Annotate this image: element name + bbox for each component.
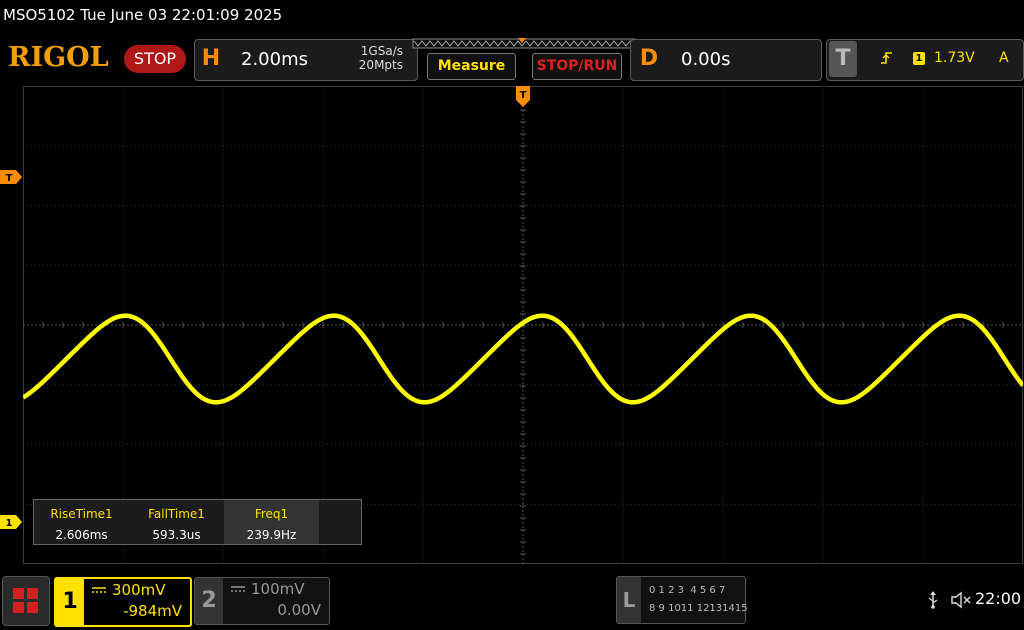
measurement-label: Freq1 bbox=[254, 507, 289, 521]
ch1-offset: -984mV bbox=[123, 602, 182, 620]
trigger-time-marker[interactable]: T bbox=[516, 86, 530, 108]
system-clock: 22:00 bbox=[975, 589, 1022, 608]
menu-button[interactable] bbox=[2, 576, 50, 626]
rigol-logo: RIGOL bbox=[8, 42, 109, 73]
ch2-panel[interactable]: 2 100mV 0.00V bbox=[194, 577, 330, 625]
logic-panel[interactable]: L 0 1 2 3 4 5 6 7 8 9 1011 12131415 bbox=[616, 576, 748, 624]
usb-icon bbox=[928, 591, 938, 609]
coupling-dc-icon bbox=[231, 586, 245, 592]
trigger-time-marker-label: T bbox=[520, 90, 527, 101]
measurement-label: FallTime1 bbox=[148, 507, 205, 521]
ch1-ground-marker-label: 1 bbox=[6, 518, 13, 529]
timebase-value: 2.00ms bbox=[241, 49, 308, 70]
title-bar: MSO5102 Tue June 03 22:01:09 2025 bbox=[0, 0, 1024, 32]
ch1-scale: 300mV bbox=[112, 581, 166, 599]
trigger-mode: A bbox=[999, 50, 1009, 66]
logic-channels-high: 8 9 1011 12131415 bbox=[649, 603, 748, 614]
measurement-panel[interactable]: RiseTime1 2.606ms FallTime1 593.3us Freq… bbox=[33, 499, 362, 545]
trigger-edge-icon bbox=[881, 52, 892, 64]
delay-value: 0.00s bbox=[681, 49, 731, 70]
measurement-value: 239.9Hz bbox=[246, 528, 297, 542]
ch2-scale: 100mV bbox=[251, 580, 305, 598]
logic-letter: L bbox=[617, 577, 641, 623]
trigger-letter: T bbox=[829, 41, 857, 77]
trigger-level: 1.73V bbox=[934, 50, 975, 66]
measurement-item: FallTime1 593.3us bbox=[129, 500, 224, 544]
measurement-item: Freq1 239.9Hz bbox=[224, 500, 319, 544]
trigger-level-marker[interactable]: T bbox=[0, 170, 22, 184]
mute-speaker-icon[interactable] bbox=[950, 590, 972, 610]
measure-button[interactable]: Measure bbox=[427, 53, 516, 80]
sample-rate: 1GSa/s bbox=[360, 44, 403, 58]
measurement-value: 2.606ms bbox=[55, 528, 108, 542]
coupling-dc-icon bbox=[92, 587, 106, 593]
measurement-label: RiseTime1 bbox=[50, 507, 113, 521]
trigger-panel[interactable]: T 1 1.73V A bbox=[826, 39, 1024, 81]
memory-overview-strip bbox=[412, 38, 636, 49]
ch2-offset: 0.00V bbox=[277, 601, 321, 619]
horizontal-panel[interactable]: H 2.00ms 1GSa/s 20Mpts bbox=[194, 39, 418, 81]
delay-panel[interactable]: D 0.00s bbox=[630, 39, 822, 81]
measurement-item: RiseTime1 2.606ms bbox=[34, 500, 129, 544]
stop-run-button[interactable]: STOP/RUN bbox=[532, 53, 622, 80]
ch2-number: 2 bbox=[195, 578, 223, 624]
delay-letter: D bbox=[639, 46, 659, 71]
run-state-badge[interactable]: STOP bbox=[124, 45, 186, 73]
ch1-number: 1 bbox=[56, 579, 84, 625]
waveform-display[interactable] bbox=[23, 86, 1023, 564]
memory-depth: 20Mpts bbox=[358, 58, 403, 72]
grid-menu-icon bbox=[13, 588, 38, 613]
device-datetime: MSO5102 Tue June 03 22:01:09 2025 bbox=[3, 6, 283, 24]
horizontal-letter: H bbox=[201, 46, 221, 71]
ch1-panel[interactable]: 1 300mV -984mV bbox=[54, 577, 192, 627]
logic-channels-low: 0 1 2 3 4 5 6 7 bbox=[649, 585, 726, 596]
trigger-level-marker-label: T bbox=[6, 173, 13, 184]
trigger-source-badge: 1 bbox=[913, 52, 925, 65]
ch1-ground-marker[interactable]: 1 bbox=[0, 515, 22, 529]
measurement-value: 593.3us bbox=[152, 528, 201, 542]
